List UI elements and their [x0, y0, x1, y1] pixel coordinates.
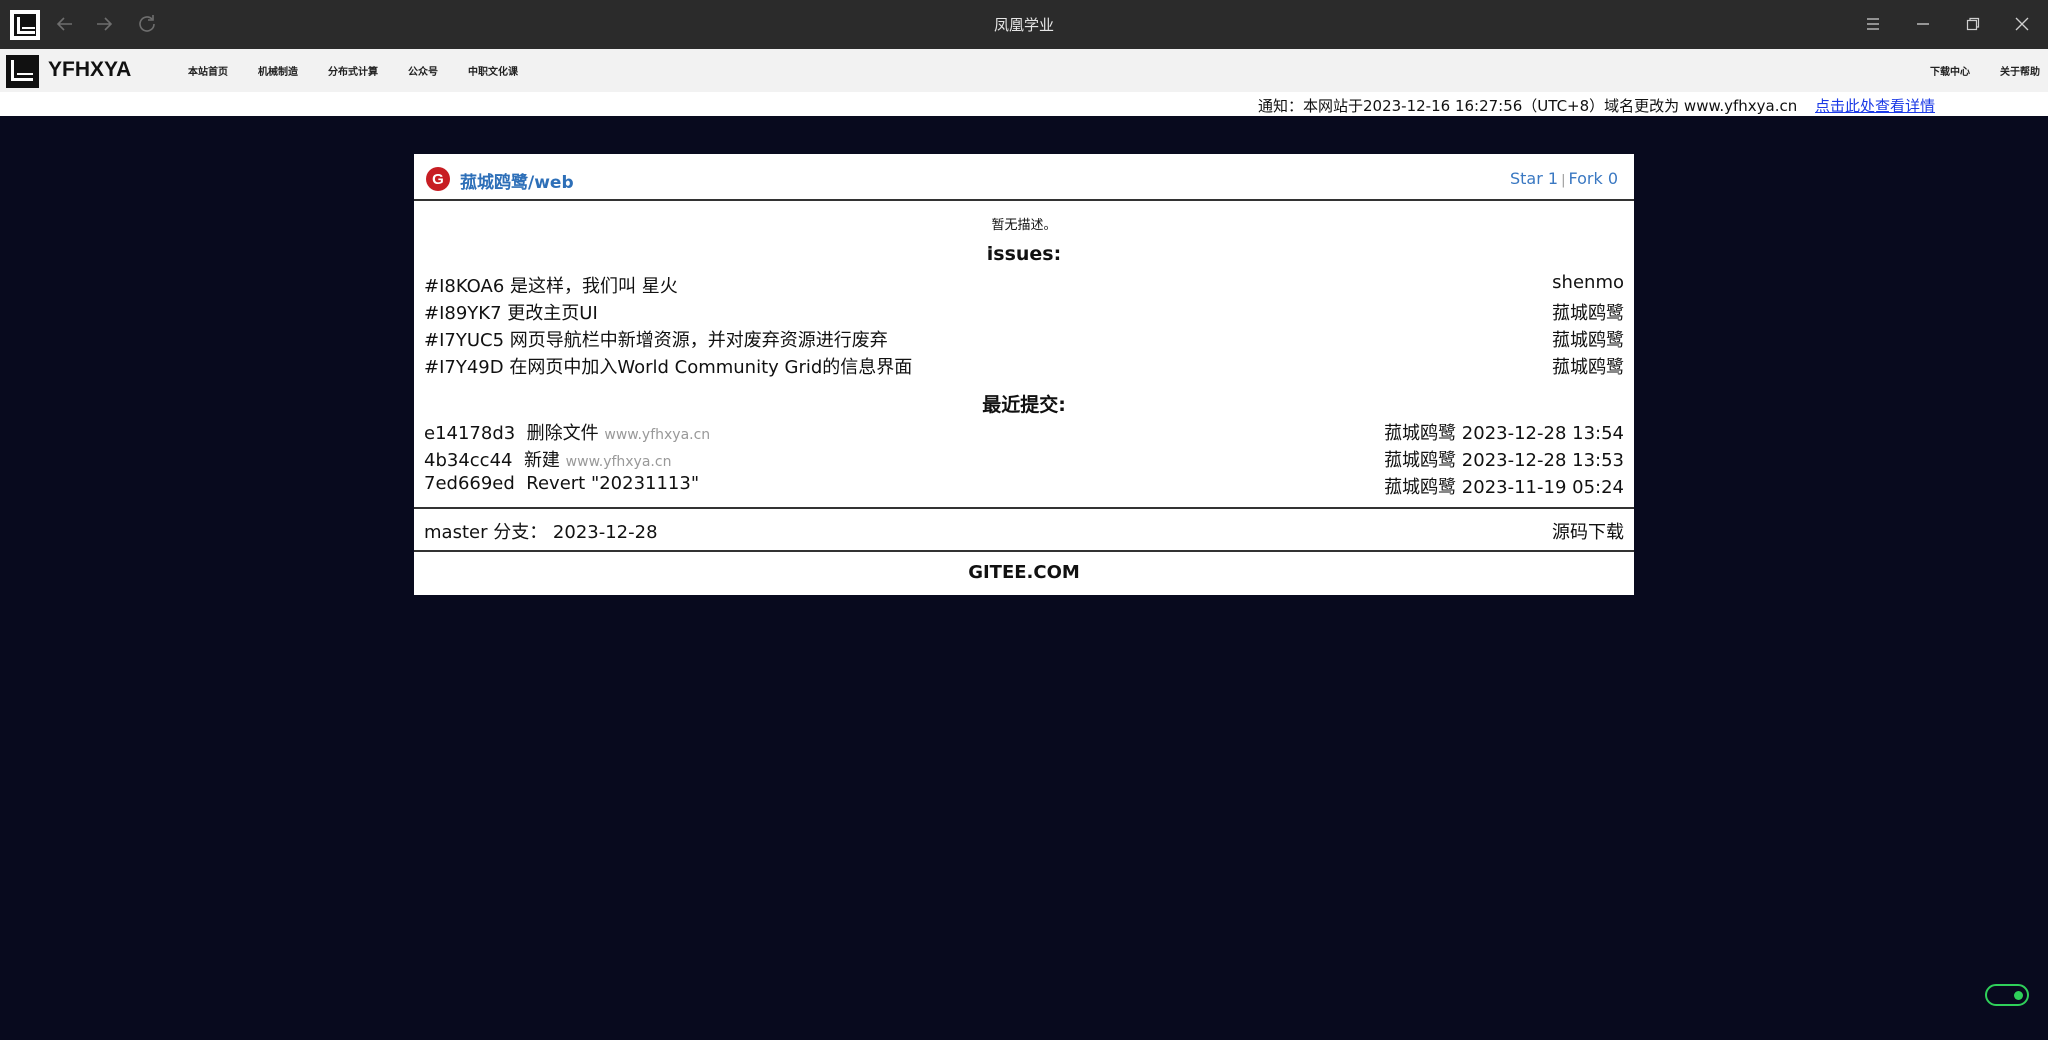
restore-icon[interactable]: [1958, 9, 1988, 39]
commit-hash[interactable]: 4b34cc44: [424, 450, 512, 471]
issue-author: shenmo: [1552, 272, 1624, 293]
divider: [414, 550, 1634, 552]
fork-count[interactable]: Fork 0: [1568, 169, 1618, 188]
nav-item-download-center[interactable]: 下载中心: [1930, 63, 1970, 78]
issue-row[interactable]: #I7YUC5 网页导航栏中新增资源，并对废弃资源进行废弃 菰城鸥鹭: [424, 326, 1624, 353]
commit-author-date: 菰城鸥鹭 2023-12-28 13:53: [1384, 450, 1624, 471]
window-title: 凤凰学业: [993, 16, 1054, 34]
issue-author: 菰城鸥鹭: [1552, 330, 1624, 351]
theme-toggle[interactable]: [1985, 984, 2029, 1006]
close-icon[interactable]: [2007, 9, 2037, 39]
card-header: G 菰城鸥鹭/web Star 1 | Fork 0: [414, 154, 1634, 201]
commit-message: Revert "20231113": [526, 473, 700, 494]
divider: [414, 507, 1634, 509]
issue-title[interactable]: #I7YUC5 网页导航栏中新增资源，并对废弃资源进行废弃: [424, 326, 888, 352]
commit-row[interactable]: 4b34cc44 新建 www.yfhxya.cn 菰城鸥鹭 2023-12-2…: [424, 446, 1624, 473]
commit-message: 删除文件: [526, 423, 599, 444]
star-count[interactable]: Star 1: [1510, 169, 1558, 188]
notice-details-link[interactable]: 点击此处查看详情: [1815, 95, 1935, 116]
commit-host: www.yfhxya.cn: [565, 454, 672, 470]
issue-author: 菰城鸥鹭: [1552, 303, 1624, 324]
issue-title[interactable]: #I8KOA6 是这样，我们叫 星火: [424, 272, 678, 298]
gitee-repo-card: G 菰城鸥鹭/web Star 1 | Fork 0 暂无描述。 issues: #…: [414, 154, 1634, 595]
notice-bar: 通知：本网站于2023-12-16 16:27:56（UTC+8）域名更改为 w…: [0, 92, 2048, 116]
nav-item-official-account[interactable]: 公众号: [408, 63, 438, 78]
forward-arrow-icon[interactable]: [89, 9, 119, 39]
nav-item-distributed-computing[interactable]: 分布式计算: [328, 63, 378, 78]
reload-icon[interactable]: [132, 9, 162, 39]
repo-stats: Star 1 | Fork 0: [1510, 169, 1618, 188]
issue-author: 菰城鸥鹭: [1552, 357, 1624, 378]
commit-author-date: 菰城鸥鹭 2023-12-28 13:54: [1384, 423, 1624, 444]
issue-row[interactable]: #I8KOA6 是这样，我们叫 星火 shenmo: [424, 272, 1624, 299]
commit-author-date: 菰城鸥鹭 2023-11-19 05:24: [1384, 477, 1624, 498]
commit-row[interactable]: e14178d3 删除文件 www.yfhxya.cn 菰城鸥鹭 2023-12…: [424, 419, 1624, 446]
minimize-icon[interactable]: [1908, 9, 1938, 39]
gitee-footer-link[interactable]: GITEE.COM: [414, 562, 1634, 583]
gitee-icon: G: [426, 167, 450, 191]
title-bar: 凤凰学业: [0, 0, 2048, 49]
commit-hash[interactable]: e14178d3: [424, 423, 515, 444]
commit-message: 新建: [523, 450, 560, 471]
app-logo-icon: [10, 10, 40, 40]
commit-row[interactable]: 7ed669ed Revert "20231113" 菰城鸥鹭 2023-11-…: [424, 473, 1624, 500]
nav-item-home[interactable]: 本站首页: [188, 63, 228, 78]
issues-title: issues:: [986, 243, 1062, 265]
menu-icon[interactable]: [1858, 9, 1888, 39]
commits-title: 最近提交:: [982, 394, 1066, 416]
stats-separator: |: [1561, 173, 1566, 188]
repo-description: 暂无描述。: [991, 218, 1057, 233]
commit-hash[interactable]: 7ed669ed: [424, 473, 515, 494]
commit-host: www.yfhxya.cn: [604, 427, 711, 443]
site-brand[interactable]: YFHXYA: [48, 58, 131, 82]
back-arrow-icon[interactable]: [50, 9, 80, 39]
nav-item-about-help[interactable]: 关于帮助: [2000, 63, 2040, 78]
nav-item-culture-course[interactable]: 中职文化课: [468, 63, 518, 78]
branch-info: master 分支： 2023-12-28: [424, 522, 658, 543]
site-logo-icon[interactable]: [6, 55, 39, 88]
issue-title[interactable]: #I89YK7 更改主页UI: [424, 299, 598, 325]
issue-row[interactable]: #I89YK7 更改主页UI 菰城鸥鹭: [424, 299, 1624, 326]
source-download-link[interactable]: 源码下载: [1552, 518, 1624, 544]
branch-row: master 分支： 2023-12-28 源码下载: [424, 518, 1624, 544]
site-navbar: YFHXYA 本站首页 机械制造 分布式计算 公众号 中职文化课 下载中心 关于…: [0, 49, 2048, 92]
nav-item-mechanical[interactable]: 机械制造: [258, 63, 298, 78]
toggle-knob: [2014, 991, 2023, 1000]
issue-row[interactable]: #I7Y49D 在网页中加入World Community Grid的信息界面 …: [424, 353, 1624, 380]
notice-text: 通知：本网站于2023-12-16 16:27:56（UTC+8）域名更改为 w…: [1258, 97, 1798, 115]
issue-title[interactable]: #I7Y49D 在网页中加入World Community Grid的信息界面: [424, 353, 912, 379]
repo-name-link[interactable]: 菰城鸥鹭/web: [460, 168, 574, 193]
